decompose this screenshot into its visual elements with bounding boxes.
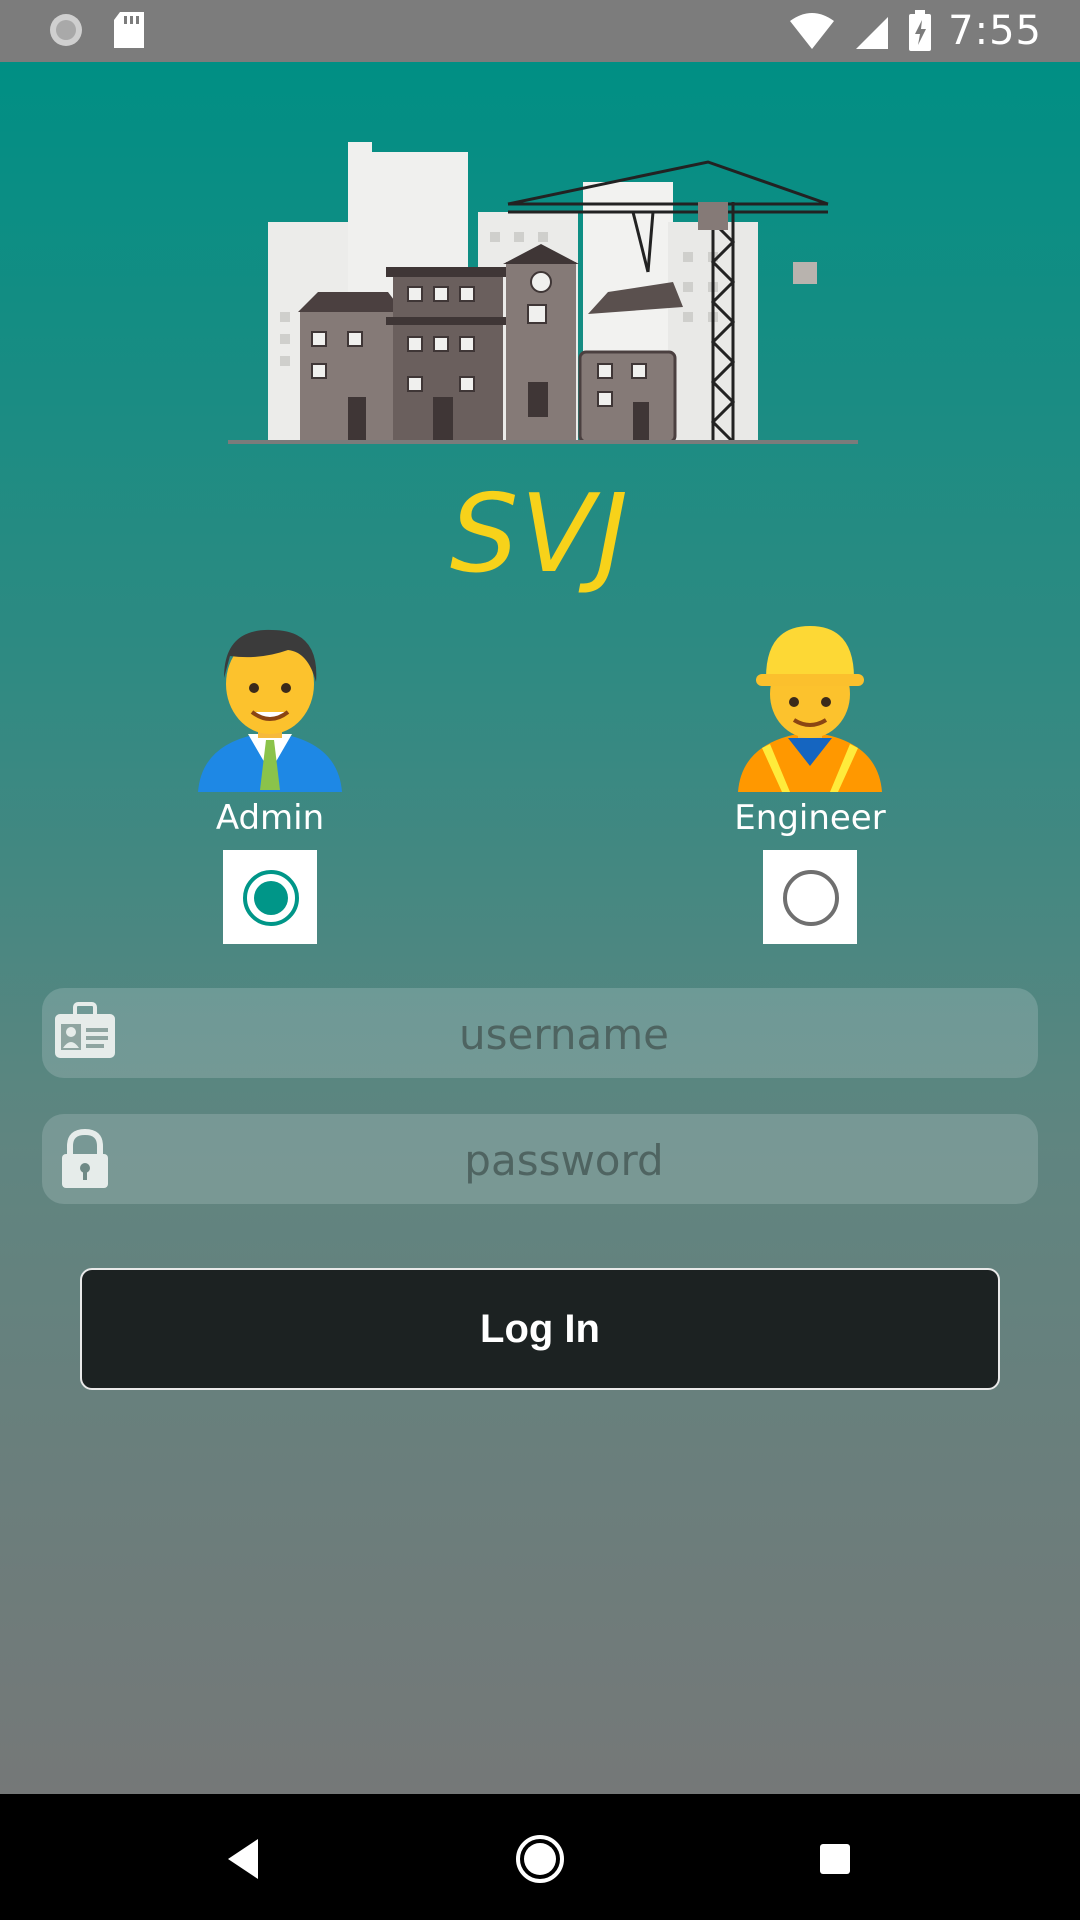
engineer-avatar-icon bbox=[738, 626, 882, 792]
city-construction-illustration bbox=[228, 142, 858, 444]
engineer-radio-button[interactable] bbox=[763, 850, 857, 944]
battery-charging-icon bbox=[909, 10, 932, 51]
wifi-icon bbox=[790, 13, 835, 49]
role-admin: Admin bbox=[150, 622, 390, 944]
radio-unchecked-icon bbox=[783, 870, 839, 926]
role-engineer: Engineer bbox=[690, 622, 930, 944]
login-screen: SVJ Admin Engineer username Log In bbox=[0, 62, 1080, 1794]
admin-radio-button[interactable] bbox=[223, 850, 317, 944]
lock-icon bbox=[62, 1128, 108, 1188]
sd-card-icon bbox=[114, 12, 144, 48]
password-input[interactable] bbox=[132, 1114, 996, 1206]
back-icon[interactable] bbox=[210, 1824, 280, 1894]
password-field bbox=[42, 1114, 1038, 1206]
role-label-admin: Admin bbox=[215, 798, 325, 838]
login-button[interactable]: Log In bbox=[80, 1268, 1000, 1390]
recent-apps-icon[interactable] bbox=[800, 1824, 870, 1894]
radio-dot bbox=[254, 881, 288, 915]
status-time: 7:55 bbox=[948, 8, 1042, 54]
admin-avatar-icon bbox=[198, 629, 342, 792]
username-field bbox=[42, 988, 1038, 1080]
id-card-icon bbox=[55, 1002, 115, 1058]
navigation-bar bbox=[0, 1794, 1080, 1920]
app-brand-title: SVJ bbox=[449, 472, 631, 597]
status-bar: 7:55 bbox=[0, 0, 1080, 62]
sync-icon bbox=[50, 14, 82, 46]
home-icon[interactable] bbox=[505, 1824, 575, 1894]
role-label-engineer: Engineer bbox=[734, 798, 886, 838]
username-input[interactable] bbox=[132, 988, 996, 1080]
signal-icon bbox=[856, 17, 889, 49]
